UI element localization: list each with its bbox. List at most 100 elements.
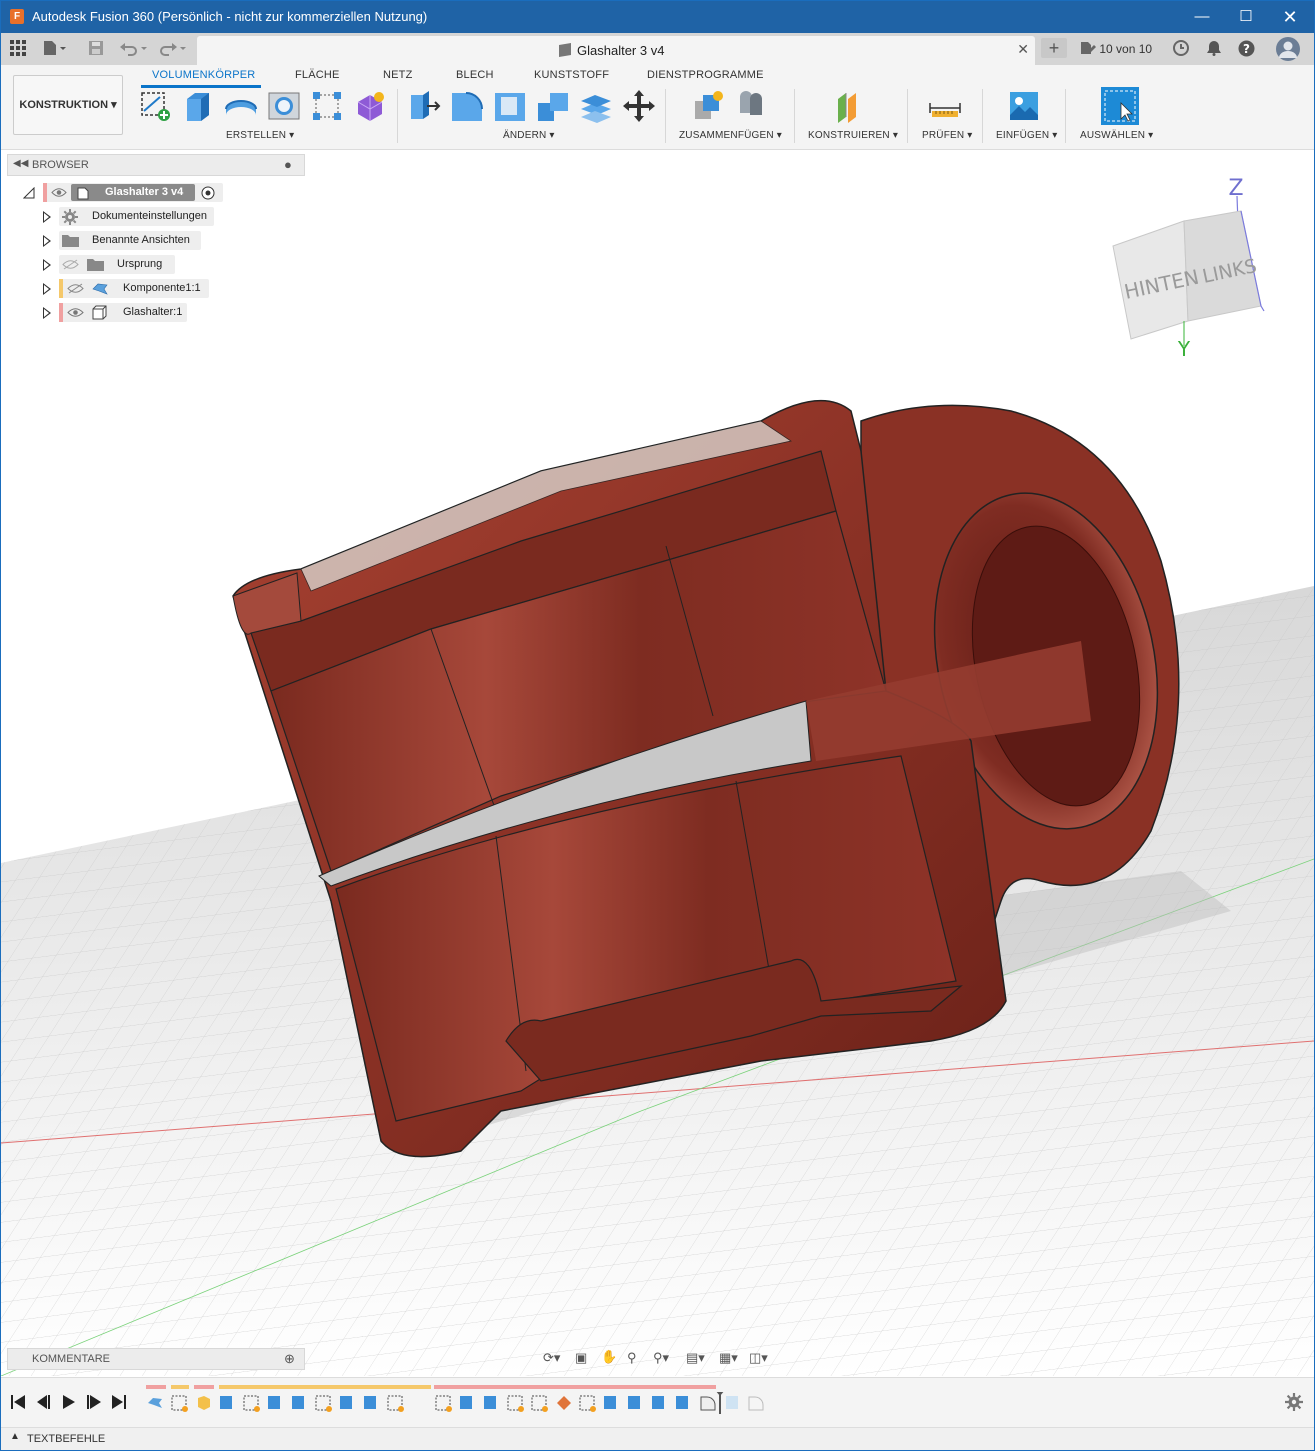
tab-blech[interactable]: BLECH (456, 69, 494, 81)
timeline-settings-gear-icon[interactable] (1285, 1393, 1303, 1411)
step-back-icon[interactable] (37, 1394, 51, 1410)
browser-item-glashalter[interactable]: Glashalter:1 (59, 303, 187, 322)
einfuegen-dropdown[interactable]: EINFÜGEN ▾ (996, 130, 1057, 141)
timeline-features[interactable] (146, 1392, 766, 1414)
tab-kunststoff[interactable]: KUNSTSTOFF (534, 69, 609, 81)
insert-image-icon[interactable] (1007, 89, 1041, 123)
collapse-root-icon[interactable] (23, 187, 35, 199)
expand-arrow-icon[interactable] (43, 235, 51, 247)
pan-hand-icon[interactable]: ✋ (601, 1349, 617, 1365)
expand-arrow-icon[interactable] (43, 259, 51, 271)
hidden-eye-icon[interactable] (62, 259, 79, 270)
notifications-bell-icon[interactable] (1206, 40, 1222, 61)
hole-icon[interactable] (267, 89, 301, 123)
shell-icon[interactable] (493, 89, 527, 123)
timeline-sketch-icon[interactable] (243, 1395, 260, 1412)
app-grid-icon[interactable] (10, 40, 26, 61)
browser-item-komponente[interactable]: Komponente1:1 (59, 279, 209, 298)
press-pull-icon[interactable] (407, 89, 441, 123)
fit-zoom-icon[interactable]: ⚲▾ (653, 1350, 669, 1366)
timeline-extrude-disabled-icon[interactable] (726, 1396, 738, 1409)
timeline-sketch-icon[interactable] (387, 1395, 404, 1412)
timeline-fillet-disabled-icon[interactable] (748, 1396, 764, 1411)
visibility-eye-icon[interactable] (67, 307, 84, 318)
konstruieren-dropdown[interactable]: KONSTRUIEREN ▾ (808, 130, 898, 141)
new-component-icon[interactable] (691, 89, 725, 123)
browser-item-benannte-ansichten[interactable]: Benannte Ansichten (59, 231, 201, 250)
undo-icon[interactable] (120, 40, 150, 61)
timeline-form-icon[interactable] (198, 1396, 210, 1410)
timeline-extrude-icon[interactable] (604, 1396, 616, 1409)
user-avatar[interactable] (1276, 37, 1300, 66)
job-status-icon[interactable] (1173, 40, 1189, 61)
create-sketch-icon[interactable] (138, 89, 172, 123)
file-menu-icon[interactable] (43, 40, 67, 61)
move-copy-icon[interactable] (622, 89, 656, 123)
timeline-extrude-icon[interactable] (220, 1396, 232, 1409)
document-tab[interactable]: Glashalter 3 v4 ✕ (197, 36, 1035, 65)
play-icon[interactable] (63, 1394, 75, 1410)
version-indicator[interactable]: 10 von 10 (1080, 41, 1152, 56)
new-tab-button[interactable]: + (1041, 38, 1067, 58)
tab-dienstprogramme[interactable]: DIENSTPROGRAMME (647, 69, 764, 81)
close-tab-icon[interactable]: ✕ (1017, 41, 1029, 58)
timeline-extrude-icon[interactable] (268, 1396, 280, 1409)
timeline-sketch-icon[interactable] (507, 1395, 524, 1412)
comments-panel-header[interactable]: KOMMENTARE ⊕ (7, 1348, 305, 1370)
browser-item-ursprung[interactable]: Ursprung (59, 255, 175, 274)
save-icon[interactable] (88, 40, 104, 61)
visibility-eye-icon[interactable] (51, 187, 67, 198)
step-forward-icon[interactable] (87, 1394, 101, 1410)
timeline-extrude-icon[interactable] (652, 1396, 664, 1409)
activate-radio-icon[interactable] (201, 186, 215, 200)
orbit-icon[interactable]: ⟳▾ (543, 1350, 560, 1366)
expand-command-icon[interactable]: ▲ (10, 1431, 20, 1442)
timeline-sketch-icon[interactable] (435, 1395, 452, 1412)
timeline-extrude-icon[interactable] (292, 1396, 304, 1409)
extrude-icon[interactable] (181, 89, 215, 123)
text-command-bar[interactable]: ▲ TEXTBEFEHLE (1, 1427, 1314, 1450)
create-form-icon[interactable] (353, 89, 387, 123)
erstellen-dropdown[interactable]: ERSTELLEN ▾ (226, 130, 294, 141)
auswaehlen-dropdown[interactable]: AUSWÄHLEN ▾ (1080, 130, 1153, 141)
browser-panel-header[interactable]: ◀◀ BROWSER ● (7, 154, 305, 176)
close-window-button[interactable]: ✕ (1267, 1, 1313, 33)
expand-arrow-icon[interactable] (43, 307, 51, 319)
tab-netz[interactable]: NETZ (383, 69, 413, 81)
go-to-end-icon[interactable] (112, 1394, 126, 1410)
timeline-extrude-icon[interactable] (484, 1396, 496, 1409)
offset-face-icon[interactable] (579, 89, 613, 123)
joint-icon[interactable] (734, 89, 768, 123)
hidden-eye-icon[interactable] (67, 283, 84, 294)
pruefen-dropdown[interactable]: PRÜFEN ▾ (922, 130, 973, 141)
zusammenfuegen-dropdown[interactable]: ZUSAMMENFÜGEN ▾ (679, 130, 782, 141)
measure-icon[interactable] (928, 89, 962, 123)
add-comment-icon[interactable]: ⊕ (284, 1351, 295, 1367)
viewports-icon[interactable]: ◫▾ (749, 1350, 768, 1366)
timeline-fillet-icon[interactable] (700, 1396, 716, 1411)
timeline-sketch-icon[interactable] (315, 1395, 332, 1412)
tab-flaeche[interactable]: FLÄCHE (295, 69, 340, 81)
viewcube[interactable]: Z HINTEN LINKS Y (1096, 171, 1286, 361)
look-at-icon[interactable]: ▣ (575, 1350, 587, 1366)
expand-arrow-icon[interactable] (43, 283, 51, 295)
timeline-chamfer-icon[interactable] (557, 1396, 571, 1410)
timeline-extrude-icon[interactable] (628, 1396, 640, 1409)
fillet-icon[interactable] (450, 89, 484, 123)
help-icon[interactable]: ? (1238, 40, 1255, 62)
redo-icon[interactable] (159, 40, 189, 61)
display-settings-icon[interactable]: ▤▾ (686, 1350, 705, 1366)
browser-root-node[interactable]: Glashalter 3 v4 (43, 183, 223, 202)
go-to-start-icon[interactable] (11, 1394, 25, 1410)
collapse-browser-icon[interactable]: ◀◀ (13, 158, 28, 169)
maximize-button[interactable]: ☐ (1223, 1, 1269, 33)
zoom-icon[interactable]: ⚲ (627, 1350, 637, 1366)
timeline-extrude-icon[interactable] (676, 1396, 688, 1409)
offset-plane-icon[interactable] (834, 89, 868, 123)
timeline-component-icon[interactable] (148, 1398, 162, 1408)
timeline-marker-icon[interactable] (715, 1392, 725, 1414)
timeline-sketch-icon[interactable] (579, 1395, 596, 1412)
revolve-icon[interactable] (224, 89, 258, 123)
minimize-button[interactable]: — (1179, 1, 1225, 33)
tab-volumenkoerper[interactable]: VOLUMENKÖRPER (152, 69, 255, 81)
